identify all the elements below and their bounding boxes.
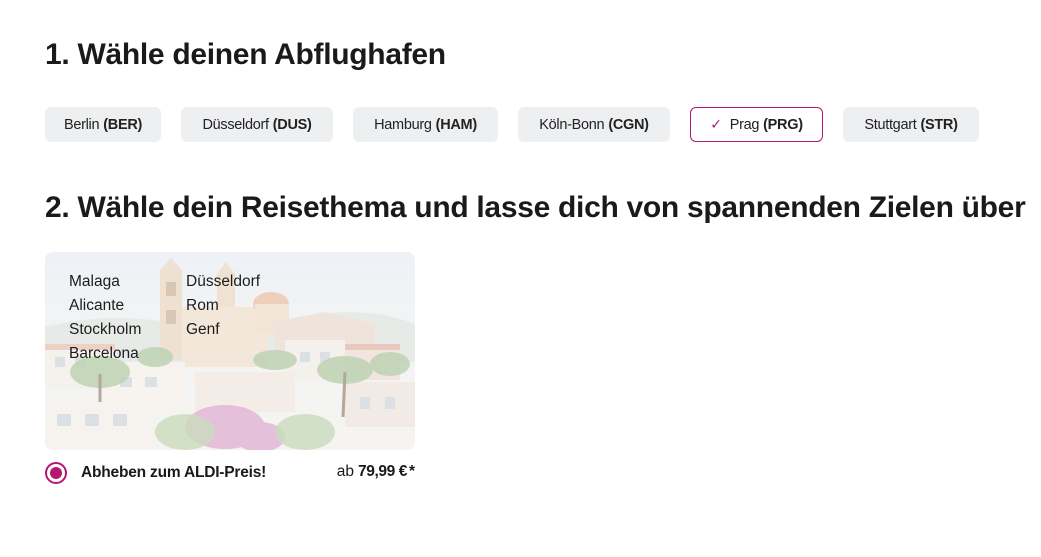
airport-code: (DUS) xyxy=(272,116,312,133)
check-icon: ✓ xyxy=(710,116,722,132)
destination-item: Barcelona xyxy=(69,345,139,362)
step1-heading: 1. Wähle deinen Abflughafen xyxy=(45,38,446,71)
airport-city: Prag xyxy=(729,116,760,133)
destination-item: Malaga xyxy=(69,273,120,290)
airport-city: Köln-Bonn xyxy=(539,116,605,133)
step2-heading: 2. Wähle dein Reisethema und lasse dich … xyxy=(45,191,1026,224)
airport-chip-dus[interactable]: Düsseldorf (DUS) xyxy=(181,107,333,142)
page: 1. Wähle deinen Abflughafen Berlin (BER) … xyxy=(0,0,1041,557)
travel-theme-card[interactable]: Malaga Alicante Stockholm Barcelona Düss… xyxy=(45,252,415,450)
airport-code: (PRG) xyxy=(763,116,803,133)
destinations-left: Malaga Alicante Stockholm Barcelona xyxy=(69,270,141,366)
airport-chip-ber[interactable]: Berlin (BER) xyxy=(45,107,161,142)
destination-item: Genf xyxy=(186,321,220,338)
destinations-right: Düsseldorf Rom Genf xyxy=(186,270,260,342)
radio-selected-dot xyxy=(50,467,62,479)
airport-chip-cgn[interactable]: Köln-Bonn (CGN) xyxy=(518,107,670,142)
destination-item: Stockholm xyxy=(69,321,142,338)
airport-city: Hamburg xyxy=(374,116,432,133)
offer-label: Abheben zum ALDI-Preis! xyxy=(81,464,267,481)
airport-chip-str[interactable]: Stuttgart (STR) xyxy=(843,107,979,142)
airport-code: (BER) xyxy=(103,116,143,133)
airport-city: Berlin xyxy=(63,116,100,133)
offer-row: Abheben zum ALDI-Preis! ab 79,99 € * xyxy=(45,461,415,485)
airport-code: (HAM) xyxy=(435,116,477,133)
price-asterisk: * xyxy=(408,463,415,480)
destination-item: Düsseldorf xyxy=(186,273,261,290)
airport-city: Düsseldorf xyxy=(202,116,269,133)
price-prefix: ab xyxy=(336,463,355,480)
destination-item: Alicante xyxy=(69,297,125,314)
airport-chip-prg[interactable]: ✓ Prag (PRG) xyxy=(690,107,823,142)
offer-radio[interactable] xyxy=(45,462,67,484)
airport-code: (STR) xyxy=(920,116,958,133)
airport-city: Stuttgart xyxy=(864,116,917,133)
price-amount: 79,99 € xyxy=(358,463,407,480)
destination-item: Rom xyxy=(186,297,219,314)
airport-code: (CGN) xyxy=(608,116,649,133)
offer-price: ab 79,99 € * xyxy=(337,463,415,481)
airport-chip-ham[interactable]: Hamburg (HAM) xyxy=(353,107,498,142)
